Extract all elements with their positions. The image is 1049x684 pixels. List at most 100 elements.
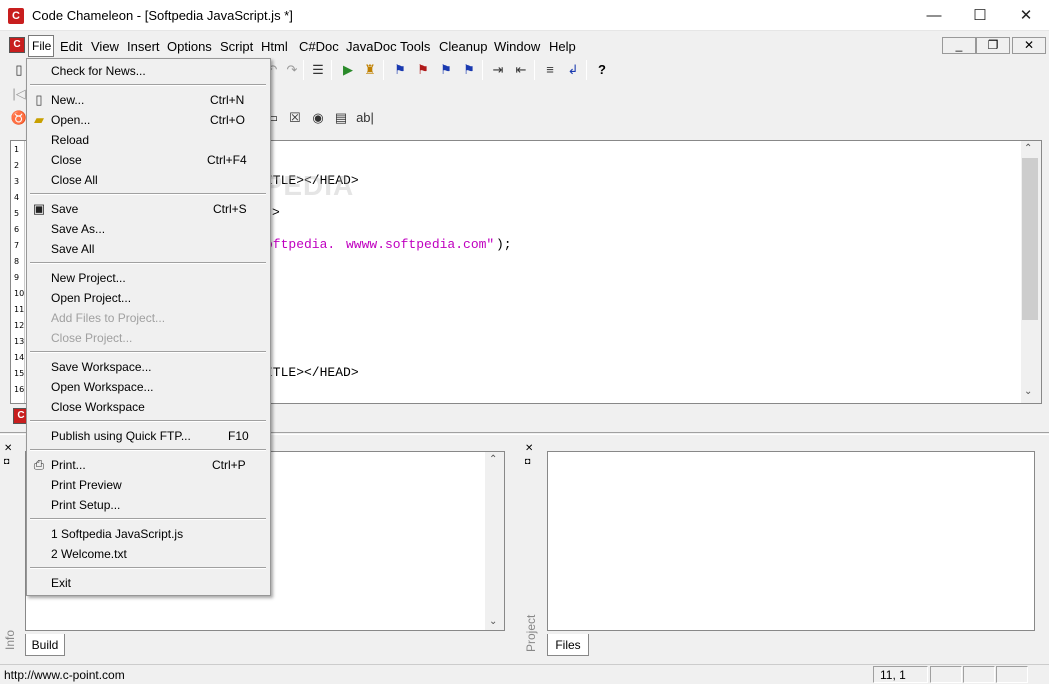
mdi-restore-button[interactable]: ❐ (976, 37, 1010, 54)
status-cell (930, 666, 962, 683)
menu-close-workspace[interactable]: Close Workspace (51, 400, 145, 414)
menu-file[interactable]: File (28, 35, 54, 57)
bookmark-clear-icon[interactable]: ⚑ (413, 60, 433, 80)
pane-close-icon[interactable]: ✕ (4, 443, 12, 454)
menu-print-setup[interactable]: Print Setup... (51, 498, 120, 512)
printer-icon: ⎙ (33, 457, 45, 472)
minimize-button[interactable]: — (911, 0, 957, 31)
build-scroll-up-icon[interactable]: ⌃ (489, 454, 497, 465)
files-pane[interactable] (547, 451, 1035, 631)
menu-separator (30, 420, 266, 422)
menu-separator (30, 449, 266, 451)
bookmark-next-icon[interactable]: ⚑ (436, 60, 456, 80)
scroll-down-icon[interactable]: ⌄ (1024, 386, 1032, 397)
line-number: 11 (14, 305, 25, 314)
menu-open-shortcut: Ctrl+O (210, 113, 246, 127)
menu-print-preview[interactable]: Print Preview (51, 478, 122, 492)
menu-csdoc[interactable]: C#Doc (299, 39, 339, 54)
new-file-icon: ▯ (35, 92, 43, 107)
line-number: 16 (14, 385, 25, 394)
menu-open[interactable]: Open... (51, 113, 90, 127)
project-pane-dock-icon[interactable]: ◘ (525, 456, 530, 466)
format-icon[interactable]: ☰ (308, 60, 328, 80)
menu-new-project[interactable]: New Project... (51, 271, 126, 285)
list-control-icon[interactable]: ▤ (331, 108, 351, 128)
menu-separator (30, 193, 266, 195)
indent-icon[interactable]: ⇥ (488, 60, 508, 80)
line-number: 6 (14, 225, 20, 234)
menu-publish-ftp[interactable]: Publish using Quick FTP... (51, 429, 191, 443)
menu-save-workspace[interactable]: Save Workspace... (51, 360, 152, 374)
brush-icon[interactable]: ♜ (360, 60, 380, 80)
menu-close-project: Close Project... (51, 331, 133, 345)
menu-separator (30, 262, 266, 264)
menu-tools[interactable]: Tools (400, 39, 430, 54)
menu-close-shortcut: Ctrl+F4 (207, 153, 247, 167)
outdent-icon[interactable]: ⇤ (511, 60, 531, 80)
menu-recent-1[interactable]: 1 Softpedia JavaScript.js (51, 527, 183, 541)
menu-javadoc[interactable]: JavaDoc (346, 39, 397, 54)
toolbar-separator (383, 60, 384, 80)
maximize-button[interactable]: ☐ (957, 0, 1003, 31)
tab-files[interactable]: Files (547, 634, 589, 656)
menu-print[interactable]: Print... (51, 458, 86, 472)
menu-recent-2[interactable]: 2 Welcome.txt (51, 547, 127, 561)
build-scrollbar[interactable] (485, 452, 504, 630)
menu-window[interactable]: Window (494, 39, 540, 54)
menu-reload[interactable]: Reload (51, 133, 89, 147)
close-button[interactable]: ✕ (1003, 0, 1049, 31)
menu-help[interactable]: Help (549, 39, 576, 54)
scroll-up-icon[interactable]: ⌃ (1024, 143, 1032, 154)
comment-icon[interactable]: ≡ (540, 60, 560, 80)
redo-icon[interactable]: ↷ (282, 60, 302, 80)
project-pane-close-icon[interactable]: ✕ (525, 443, 533, 454)
line-number: 4 (14, 193, 20, 202)
mdi-minimize-button[interactable]: _ (942, 37, 976, 54)
line-number: 1 (14, 145, 20, 154)
menu-options[interactable]: Options (167, 39, 212, 54)
menu-exit[interactable]: Exit (51, 576, 71, 590)
menu-insert[interactable]: Insert (127, 39, 160, 54)
wrap-icon[interactable]: ↲ (563, 60, 583, 80)
bookmark-toggle-icon[interactable]: ⚑ (390, 60, 410, 80)
help-icon[interactable]: ? (592, 60, 612, 80)
menu-separator (30, 518, 266, 520)
line-number: 5 (14, 209, 20, 218)
line-number: 15 (14, 369, 25, 378)
menu-save-all[interactable]: Save All (51, 242, 94, 256)
line-number: 2 (14, 161, 20, 170)
line-number: 12 (14, 321, 25, 330)
menu-add-files: Add Files to Project... (51, 311, 166, 325)
menu-script[interactable]: Script (220, 39, 253, 54)
menu-check-news[interactable]: Check for News... (51, 64, 146, 78)
menu-close[interactable]: Close (51, 153, 82, 167)
menu-new[interactable]: New... (51, 93, 84, 107)
radio-control-icon[interactable]: ◉ (308, 108, 328, 128)
document-icon[interactable]: C (9, 37, 25, 53)
menu-edit[interactable]: Edit (60, 39, 82, 54)
app-icon[interactable]: C (8, 8, 24, 24)
bookmark-prev-icon[interactable]: ⚑ (459, 60, 479, 80)
status-cell (996, 666, 1028, 683)
menu-save[interactable]: Save (51, 202, 78, 216)
menu-open-project[interactable]: Open Project... (51, 291, 131, 305)
menu-separator (30, 567, 266, 569)
pane-dock-icon[interactable]: ◘ (4, 456, 9, 466)
tab-build[interactable]: Build (25, 634, 65, 656)
textfield-control-icon[interactable]: ab| (354, 108, 376, 128)
menu-save-as[interactable]: Save As... (51, 222, 105, 236)
line-number: 9 (14, 273, 20, 282)
menu-view[interactable]: View (91, 39, 119, 54)
editor-scroll-thumb[interactable] (1022, 158, 1038, 320)
menu-open-workspace[interactable]: Open Workspace... (51, 380, 154, 394)
toolbar-separator (534, 60, 535, 80)
code-line-15: ITLE></HEAD> (265, 365, 359, 380)
build-scroll-down-icon[interactable]: ⌄ (489, 616, 497, 627)
mdi-close-button[interactable]: ✕ (1012, 37, 1046, 54)
menu-new-shortcut: Ctrl+N (210, 93, 245, 107)
checkbox-control-icon[interactable]: ☒ (285, 108, 305, 128)
run-icon[interactable]: ▶ (338, 60, 358, 80)
menu-html[interactable]: Html (261, 39, 288, 54)
menu-close-all[interactable]: Close All (51, 173, 98, 187)
menu-cleanup[interactable]: Cleanup (439, 39, 487, 54)
